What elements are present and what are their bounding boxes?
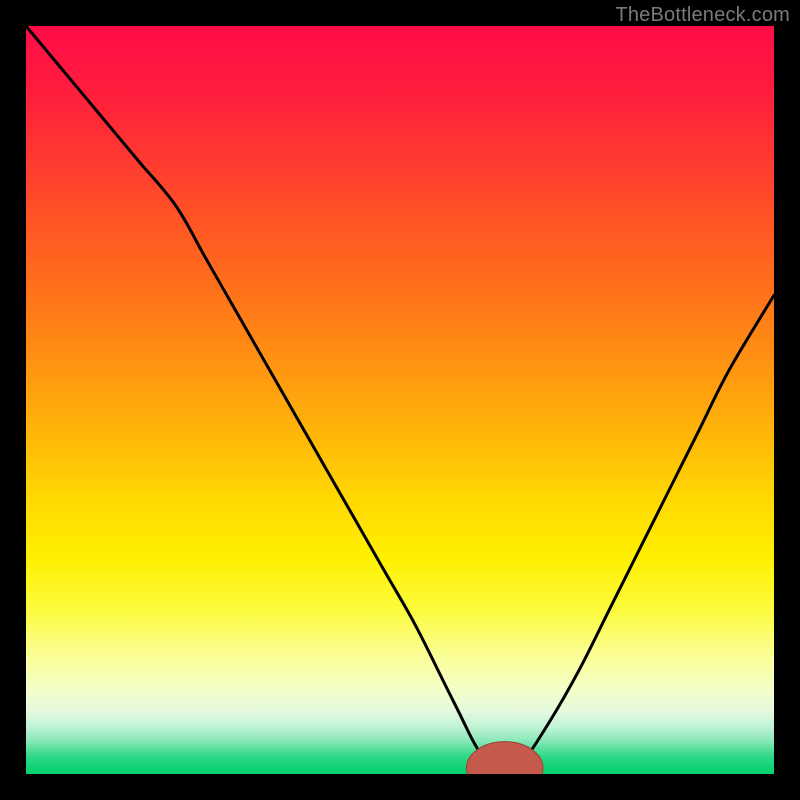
chart-plot-area [26,26,774,774]
attribution-text: TheBottleneck.com [615,4,790,27]
chart-frame: TheBottleneck.com [0,0,800,800]
